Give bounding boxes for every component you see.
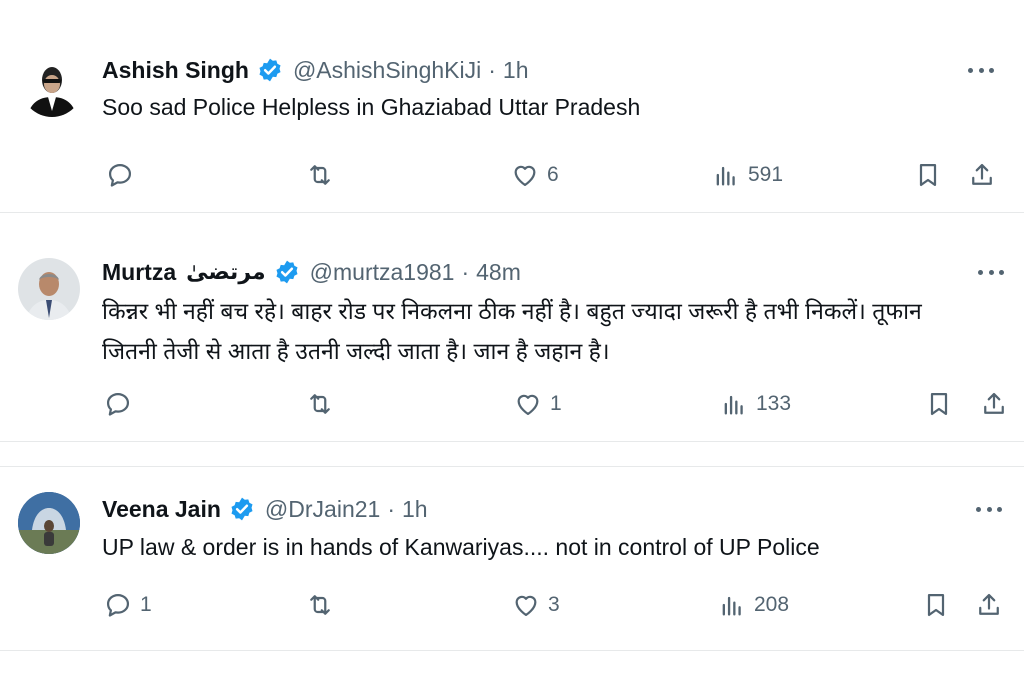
avatar[interactable]	[18, 258, 80, 320]
verified-badge-icon	[274, 259, 300, 285]
share-icon	[979, 593, 999, 615]
separator-dot: ·	[387, 495, 395, 522]
author-handle[interactable]: @murtza1981	[310, 259, 455, 286]
reply-icon	[106, 593, 130, 617]
share-button[interactable]	[968, 158, 996, 192]
separator-dot: ·	[461, 258, 470, 285]
retweet-button[interactable]	[306, 387, 342, 421]
reply-count: 1	[140, 593, 152, 616]
heart-icon	[517, 394, 539, 416]
like-count: 6	[547, 163, 559, 186]
bookmark-button[interactable]	[922, 588, 950, 622]
retweet-button[interactable]	[306, 588, 342, 622]
verified-badge-icon	[257, 57, 283, 83]
avatar[interactable]	[21, 55, 83, 117]
author-name-urdu[interactable]: مرتضیٰ	[186, 259, 266, 285]
views-icon	[722, 596, 741, 616]
reply-icon	[106, 392, 130, 416]
verified-badge-icon	[229, 496, 255, 522]
view-count: 133	[756, 392, 792, 415]
author-name[interactable]: Murtza	[102, 259, 176, 286]
reply-button[interactable]: 1	[104, 588, 152, 622]
views-icon	[716, 166, 735, 186]
tweet-actions: 1 133	[0, 387, 1024, 421]
views-button[interactable]: 133	[720, 387, 791, 421]
views-button[interactable]: 208	[718, 588, 789, 622]
reply-button[interactable]	[104, 387, 140, 421]
tweet-text: UP law & order is in hands of Kanwariyas…	[102, 534, 820, 560]
like-button[interactable]: 1	[514, 387, 562, 421]
bookmark-icon	[919, 163, 937, 187]
bookmark-button[interactable]	[925, 387, 953, 421]
retweet-icon	[310, 394, 330, 414]
retweet-icon	[310, 595, 330, 615]
heart-icon	[514, 165, 536, 187]
author-name[interactable]: Ashish Singh	[102, 57, 249, 84]
reply-button[interactable]	[106, 158, 142, 192]
like-button[interactable]: 3	[512, 588, 560, 622]
like-count: 3	[548, 593, 560, 616]
reply-icon	[108, 163, 132, 187]
author-name[interactable]: Veena Jain	[102, 496, 221, 523]
tweet-header: Murtza مرتضیٰ @murtza1981 · 48m	[102, 257, 521, 287]
divider	[0, 441, 1024, 442]
tweet-murtza[interactable]: Murtza مرتضیٰ @murtza1981 · 48m किन्नर भ…	[0, 213, 1024, 441]
heart-icon	[515, 595, 537, 617]
tweet-actions: 6 591	[0, 158, 1024, 192]
share-icon	[984, 392, 1004, 414]
author-handle[interactable]: @DrJain21	[265, 496, 380, 523]
view-count: 208	[754, 593, 790, 616]
avatar[interactable]	[18, 492, 80, 554]
divider	[0, 650, 1024, 651]
timestamp[interactable]: 48m	[476, 259, 521, 286]
tweet-text: Soo sad Police Helpless in Ghaziabad Utt…	[102, 94, 641, 120]
views-icon	[724, 395, 743, 415]
bookmark-button[interactable]	[914, 158, 942, 192]
more-options-icon[interactable]	[976, 497, 1002, 521]
share-button[interactable]	[975, 588, 1003, 622]
author-handle[interactable]: @AshishSinghKiJi	[293, 57, 481, 84]
share-icon	[972, 163, 992, 185]
tweet-actions: 1 3 208	[0, 588, 1024, 622]
separator-dot: ·	[488, 56, 496, 83]
share-button[interactable]	[980, 387, 1008, 421]
like-button[interactable]: 6	[511, 158, 559, 192]
timestamp[interactable]: 1h	[402, 496, 428, 523]
retweet-icon	[310, 165, 330, 185]
view-count: 591	[748, 163, 784, 186]
tweet-header: Ashish Singh @AshishSinghKiJi · 1h	[102, 55, 529, 85]
like-count: 1	[550, 392, 562, 415]
retweet-button[interactable]	[306, 158, 342, 192]
more-options-icon[interactable]	[968, 58, 994, 82]
timestamp[interactable]: 1h	[503, 57, 529, 84]
bookmark-icon	[930, 392, 948, 416]
tweet-text: किन्नर भी नहीं बच रहे। बाहर रोड पर निकलन…	[102, 298, 922, 364]
views-button[interactable]: 591	[712, 158, 783, 192]
more-options-icon[interactable]	[978, 260, 1004, 284]
tweet-header: Veena Jain @DrJain21 · 1h	[102, 494, 428, 524]
tweet-ashish-singh[interactable]: Ashish Singh @AshishSinghKiJi · 1h Soo s…	[0, 0, 1024, 212]
bookmark-icon	[927, 593, 945, 617]
